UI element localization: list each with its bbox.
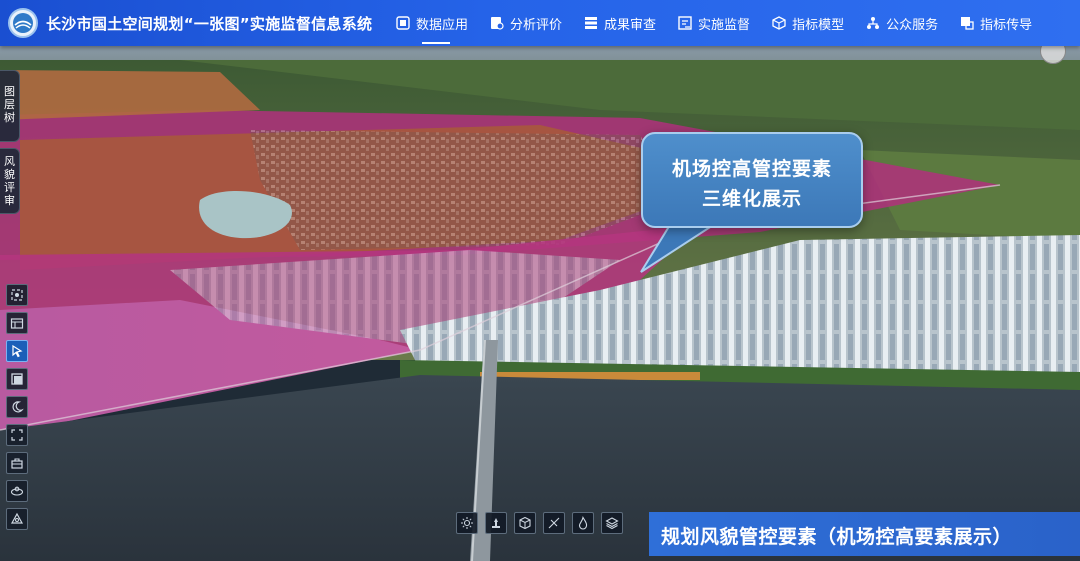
nav-item-review[interactable]: 成果审查 <box>584 0 656 46</box>
transmit-icon <box>961 17 974 30</box>
callout-bubble: 机场控高管控要素 三维化展示 <box>640 132 863 273</box>
layers-icon <box>605 517 619 530</box>
nav-item-index-model[interactable]: 指标模型 <box>772 0 844 46</box>
caption-banner: 规划风貌管控要素（机场控高要素展示） <box>649 512 1080 556</box>
callout-subtitle: 三维化展示 <box>701 188 802 210</box>
night-mode-button[interactable] <box>6 396 28 418</box>
nav-label: 分析评价 <box>510 17 563 33</box>
side-tab-style-review[interactable]: 风貌评审 <box>0 148 20 214</box>
map-icon <box>10 318 24 329</box>
nav-label: 公众服务 <box>886 17 939 33</box>
map-button[interactable] <box>6 312 28 334</box>
side-tab-layer-tree[interactable]: 图层树 <box>0 70 20 142</box>
select-arrow-icon <box>12 344 23 358</box>
sunlight-button[interactable] <box>456 512 478 534</box>
org-icon <box>867 17 880 29</box>
view-360-icon <box>10 486 24 496</box>
nav-label: 指标模型 <box>792 17 845 33</box>
supervise-icon <box>678 16 692 30</box>
night-mode-icon <box>12 401 24 413</box>
nav-label: 实施监督 <box>698 17 751 33</box>
cube-icon <box>772 16 786 30</box>
map-3d-viewport[interactable] <box>0 0 1080 561</box>
nav-item-supervise[interactable]: 实施监督 <box>678 0 750 46</box>
no-fly-button[interactable] <box>543 512 565 534</box>
select-tool-button[interactable] <box>6 340 28 362</box>
sunlight-icon <box>461 517 473 529</box>
analysis-icon <box>491 17 504 30</box>
square-icon <box>11 373 23 385</box>
fullscreen-button[interactable] <box>6 424 28 446</box>
locate-icon <box>11 289 23 301</box>
left-toolbar <box>6 284 28 536</box>
nav-label: 成果审查 <box>604 17 657 33</box>
view-360-button[interactable] <box>6 480 28 502</box>
data-app-icon <box>396 16 410 30</box>
fire-icon <box>578 516 588 530</box>
side-tab-label: 图层树 <box>4 85 15 124</box>
weather-icon <box>492 518 500 528</box>
caption-text: 规划风貌管控要素（机场控高要素展示） <box>661 526 1013 548</box>
model-cube-icon <box>519 516 531 530</box>
nav-item-data-app[interactable]: 数据应用 <box>396 0 468 46</box>
locate-button[interactable] <box>6 284 28 306</box>
fullscreen-icon <box>11 429 23 441</box>
side-tab-label: 风貌评审 <box>4 155 15 207</box>
toolbox-button[interactable] <box>6 452 28 474</box>
nav-item-index-transmit[interactable]: 指标传导 <box>960 0 1032 46</box>
nav-label: 数据应用 <box>416 17 469 33</box>
callout-title: 机场控高管控要素 <box>671 158 832 180</box>
review-icon <box>585 17 598 29</box>
nav-label: 指标传导 <box>980 17 1033 33</box>
measure-button[interactable] <box>6 508 28 530</box>
city-emblem-icon <box>8 8 38 38</box>
nav-item-public-service[interactable]: 公众服务 <box>866 0 938 46</box>
square-tool-button[interactable] <box>6 368 28 390</box>
scene-graphics <box>0 46 1080 561</box>
measure-icon <box>10 512 24 524</box>
system-title: 长沙市国土空间规划“一张图”实施监督信息系统 <box>46 15 373 33</box>
fire-button[interactable] <box>572 512 594 534</box>
toolbox-icon <box>11 458 23 469</box>
no-fly-icon <box>548 517 560 529</box>
layers-button[interactable] <box>601 512 623 534</box>
bottom-toolbar <box>456 512 630 534</box>
nav-item-analysis[interactable]: 分析评价 <box>490 0 562 46</box>
top-header: 长沙市国土空间规划“一张图”实施监督信息系统 数据应用 分析评价 成果审查 实施… <box>0 0 1080 46</box>
weather-button[interactable] <box>485 512 507 534</box>
model-cube-button[interactable] <box>514 512 536 534</box>
main-nav: 数据应用 分析评价 成果审查 实施监督 指标模型 公众服务 指标传导 <box>396 0 1054 46</box>
